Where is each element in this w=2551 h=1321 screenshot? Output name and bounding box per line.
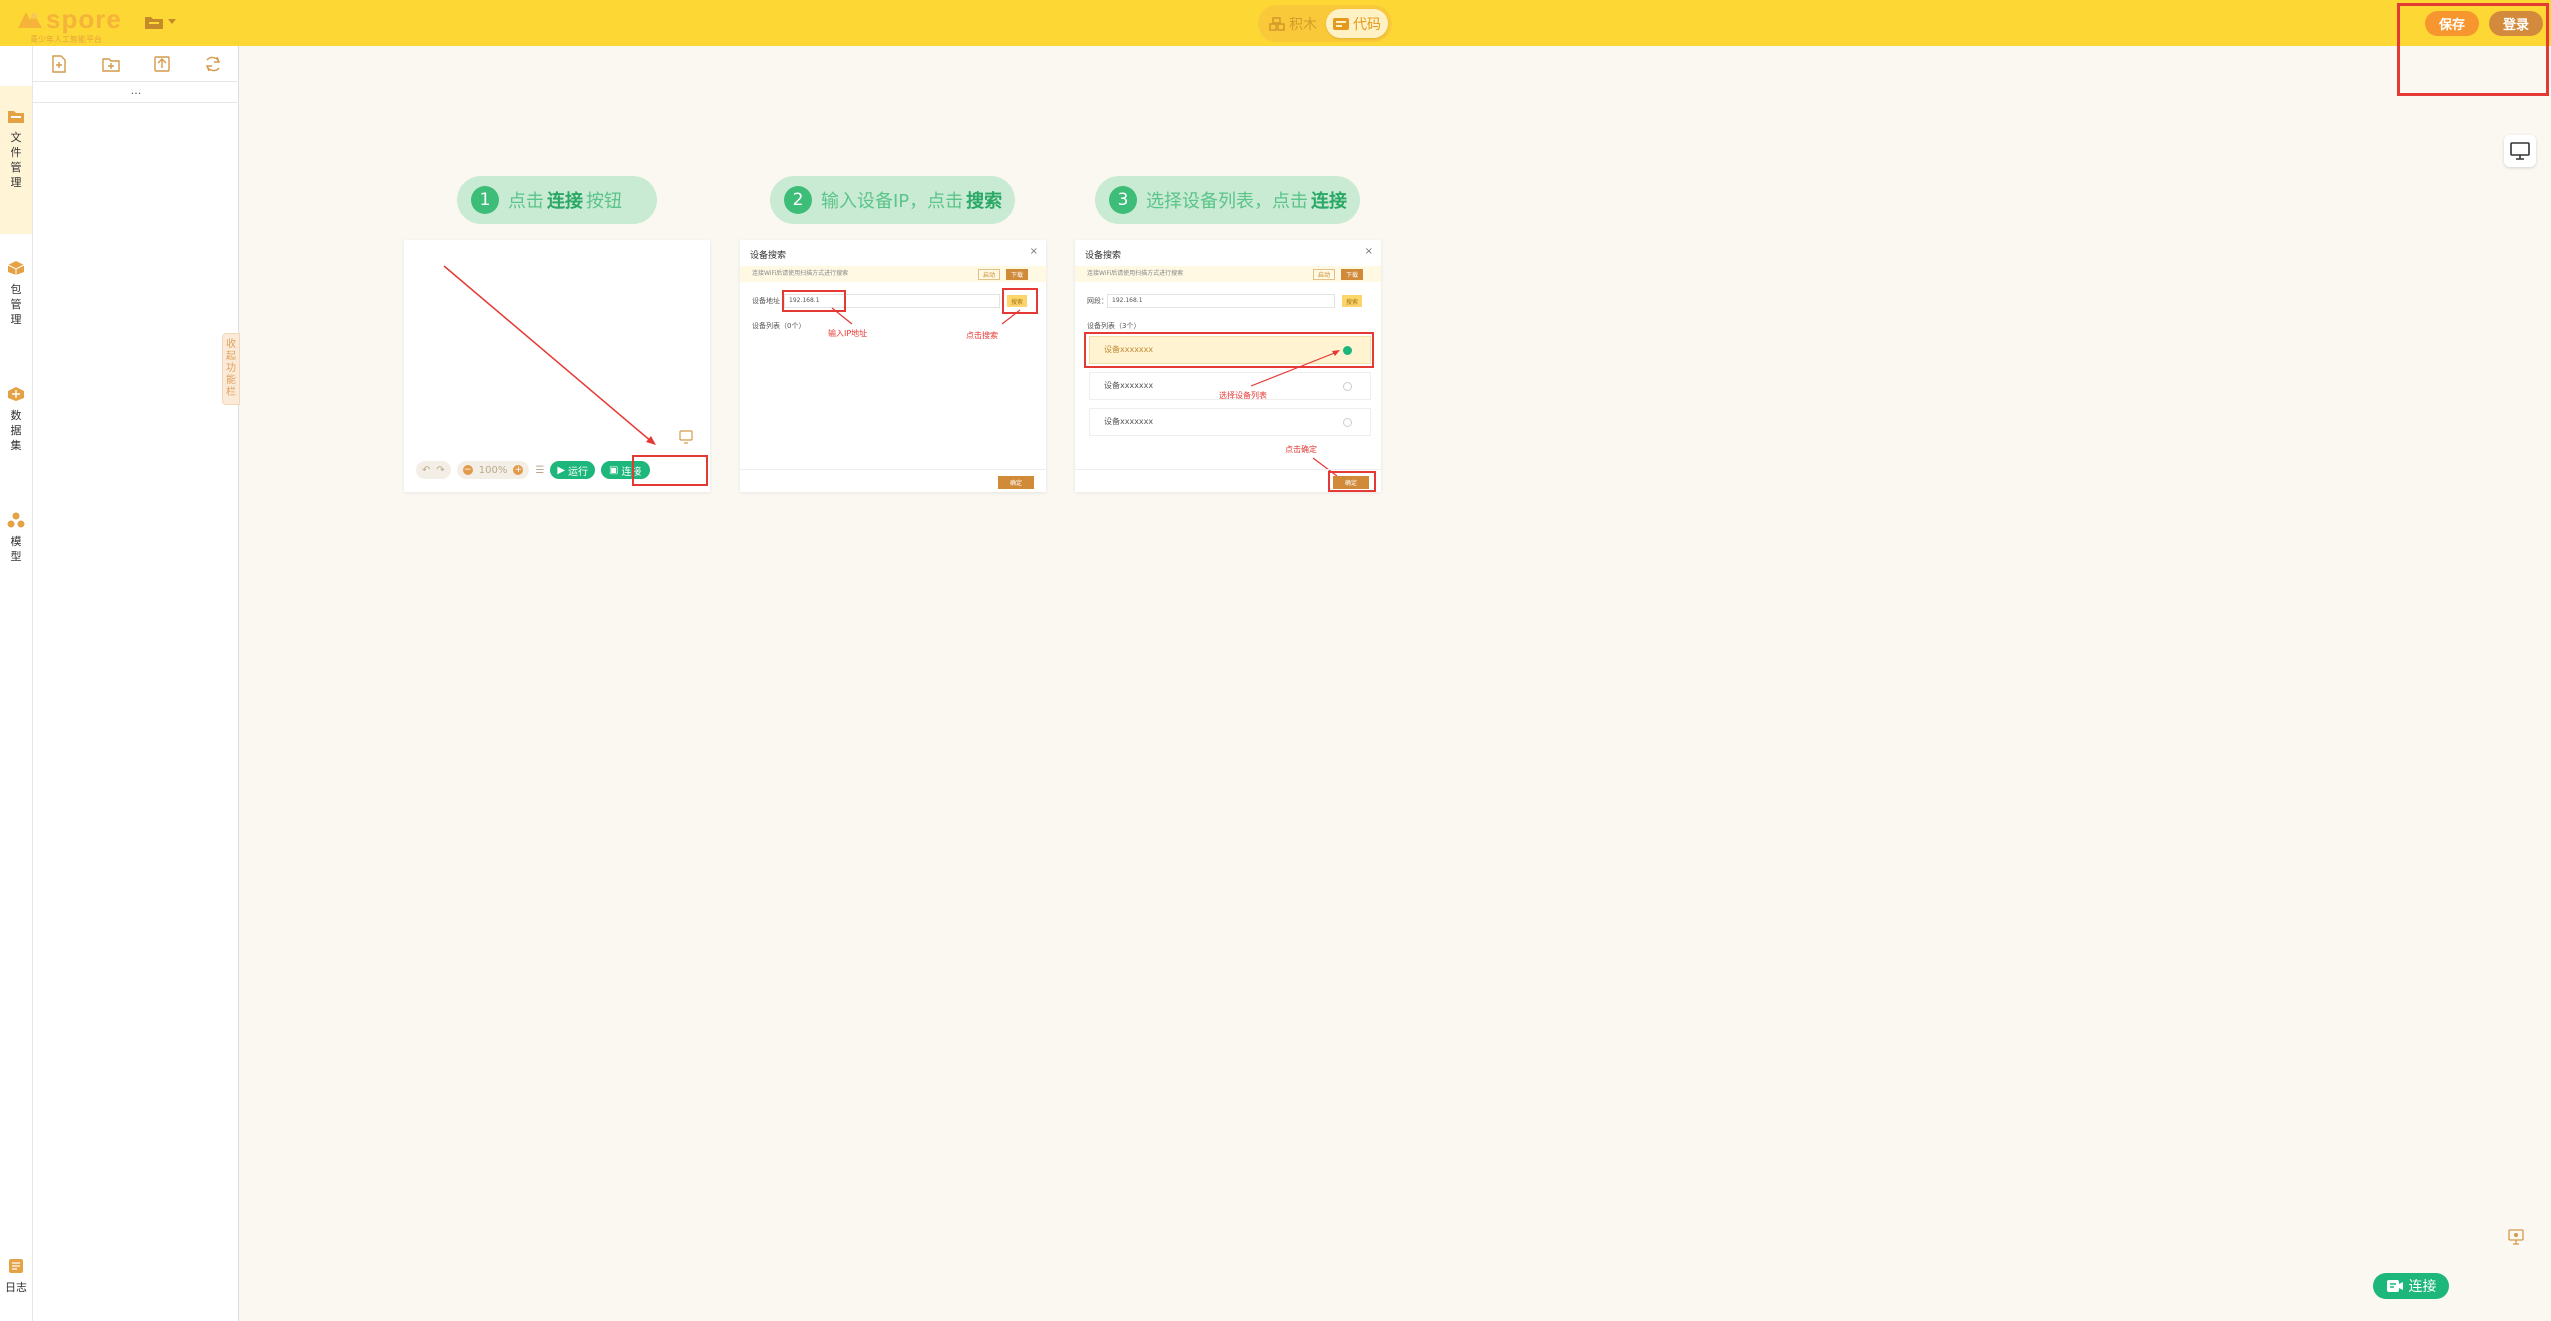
dialog-footer-divider — [740, 469, 1046, 470]
connect-icon: ▣ — [609, 464, 619, 476]
rail-item-package-manager[interactable]: 包 管 理 — [0, 260, 32, 327]
file-panel: ... — [33, 46, 239, 1321]
step-number: 3 — [1109, 186, 1137, 214]
format-icon[interactable]: ☰ — [535, 465, 544, 476]
undo-icon[interactable]: ↶ — [422, 465, 430, 476]
rail-item-label: 数 据 集 — [10, 409, 22, 452]
step-pill-2: 2 输入设备IP，点击 搜索 — [770, 176, 1015, 224]
editor-toolbar: ↶ ↷ − 100% + ☰ ▶ 运行 ▣ 连接 — [416, 459, 650, 481]
rail-item-label: 文 件 管 理 — [10, 131, 22, 189]
dialog-footer-divider — [1075, 469, 1381, 470]
package-icon — [7, 261, 25, 275]
monitor-icon — [2510, 142, 2530, 160]
connect-fab-button[interactable]: 连接 — [2373, 1273, 2449, 1299]
redo-icon[interactable]: ↷ — [436, 465, 444, 476]
annotation-select: 选择设备列表 — [1219, 391, 1267, 400]
step-number: 2 — [784, 186, 812, 214]
new-folder-icon[interactable] — [101, 54, 121, 74]
file-tree-more[interactable]: ... — [33, 83, 239, 103]
folder-icon — [8, 111, 24, 123]
screen-mini-icon[interactable] — [679, 430, 693, 444]
step-pill-3: 3 选择设备列表，点击 连接 — [1095, 176, 1360, 224]
monitor-mini-icon[interactable] — [2507, 1228, 2525, 1246]
dataset-icon — [8, 387, 24, 401]
logo[interactable]: spore 青少年人工智能平台 — [16, 4, 126, 44]
rail-item-dataset[interactable]: 数 据 集 — [0, 386, 32, 453]
code-icon — [1333, 17, 1349, 30]
highlight-box-connect — [632, 455, 708, 486]
highlight-box-header — [2397, 3, 2549, 96]
zoom-in-icon[interactable]: + — [513, 465, 524, 475]
file-toolbar — [33, 46, 239, 82]
highlight-box-ok — [1328, 471, 1376, 492]
new-file-icon[interactable] — [49, 54, 69, 74]
annotation-search: 点击搜索 — [966, 331, 998, 340]
mode-blocks-tab[interactable]: 积木 — [1263, 9, 1323, 38]
rail-item-log[interactable]: 日志 — [0, 1258, 32, 1295]
refresh-icon[interactable] — [203, 54, 223, 74]
blocks-icon — [1269, 16, 1285, 31]
undo-redo-group: ↶ ↷ — [416, 461, 451, 479]
mode-blocks-label: 积木 — [1289, 16, 1317, 33]
rail-item-model[interactable]: 模 型 — [0, 512, 32, 564]
ok-button[interactable]: 确定 — [998, 476, 1034, 489]
arrow-annotation — [831, 307, 1021, 325]
zoom-group: − 100% + — [456, 461, 530, 479]
model-icon — [7, 512, 25, 528]
run-button[interactable]: ▶ 运行 — [550, 461, 596, 479]
annotation-ok: 点击确定 — [1285, 445, 1317, 454]
collapse-sidebar-tab[interactable]: 收 起 功 能 栏 — [222, 333, 240, 405]
rail-item-label: 包 管 理 — [10, 283, 22, 326]
step3-card: 设备搜索 × 连接WiFi后请使用扫描方式进行搜索 启动 下载 网段： 192.… — [1075, 240, 1381, 492]
step-number: 1 — [471, 186, 499, 214]
upload-icon[interactable] — [152, 54, 172, 74]
top-bar: spore 青少年人工智能平台 积木 代码 保存 登录 — [0, 0, 2551, 46]
logo-mark-icon — [18, 12, 42, 28]
left-rail: 文 件 管 理 包 管 理 数 据 集 模 型 日志 — [0, 46, 33, 1321]
step-pill-1: 1 点击 连接 按钮 — [457, 176, 657, 224]
connect-icon — [2386, 1280, 2403, 1292]
logo-text: spore — [46, 4, 122, 34]
rail-item-label: 模 型 — [10, 535, 22, 563]
log-icon — [9, 1259, 23, 1273]
mode-code-tab[interactable]: 代码 — [1326, 9, 1388, 38]
rail-item-label: 日志 — [5, 1281, 27, 1294]
arrow-annotation — [1250, 350, 1340, 477]
annotation-ip: 输入IP地址 — [828, 329, 868, 338]
chevron-down-icon — [168, 19, 176, 24]
rail-item-file-manager[interactable]: 文 件 管 理 — [0, 86, 32, 234]
zoom-level: 100% — [478, 464, 508, 476]
folder-icon — [145, 17, 163, 29]
mode-code-label: 代码 — [1353, 16, 1381, 33]
zoom-out-icon[interactable]: − — [462, 465, 473, 475]
logo-subtitle: 青少年人工智能平台 — [30, 35, 102, 44]
step2-card: 设备搜索 × 连接WiFi后请使用扫描方式进行搜索 启动 下载 设备地址 192… — [740, 240, 1046, 492]
play-icon: ▶ — [557, 464, 566, 476]
mode-toggle: 积木 代码 — [1258, 5, 1392, 42]
project-folder-button[interactable] — [144, 10, 182, 34]
screen-toggle-button[interactable] — [2504, 135, 2536, 167]
step1-card: ↶ ↷ − 100% + ☰ ▶ 运行 ▣ 连接 — [404, 240, 710, 492]
